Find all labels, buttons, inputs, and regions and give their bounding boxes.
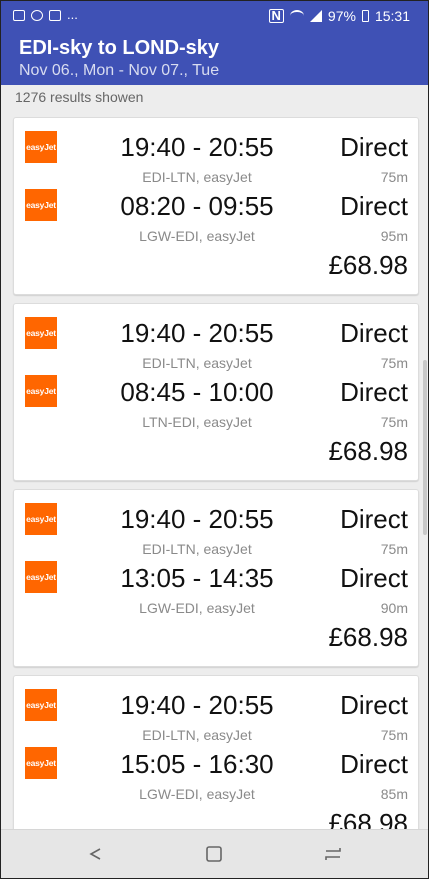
inbound-duration: 85m	[380, 786, 408, 802]
outbound-time: 19:40 - 20:55	[120, 504, 274, 534]
inbound-duration: 75m	[380, 414, 408, 430]
easyjet-logo: easyJet	[25, 747, 57, 779]
status-bar: ... N 97% 15:31	[1, 1, 428, 31]
inbound-stops: Direct	[340, 377, 408, 407]
outbound-stops: Direct	[340, 318, 408, 348]
outbound-duration: 75m	[380, 727, 408, 743]
result-card[interactable]: easyJet 19:40 - 20:55 EDI-LTN, easyJet D…	[13, 489, 419, 667]
easyjet-logo: easyJet	[25, 189, 57, 221]
home-square-icon[interactable]	[202, 842, 226, 866]
date-range: Nov 06., Mon - Nov 07., Tue	[19, 62, 220, 79]
outbound-stops: Direct	[340, 504, 408, 534]
result-card[interactable]: easyJet 19:40 - 20:55 EDI-LTN, easyJet D…	[13, 117, 419, 295]
inbound-route: LGW-EDI, easyJet	[139, 228, 255, 244]
sync-icon	[31, 9, 43, 21]
inbound-route: LGW-EDI, easyJet	[139, 600, 255, 616]
inbound-time: 15:05 - 16:30	[120, 749, 274, 779]
app-bar: EDI-sky to LOND-sky Nov 06., Mon - Nov 0…	[1, 31, 428, 85]
easyjet-logo: easyJet	[25, 561, 57, 593]
inbound-stops: Direct	[340, 749, 408, 779]
results-list[interactable]: easyJet 19:40 - 20:55 EDI-LTN, easyJet D…	[1, 117, 428, 829]
price: £68.98	[328, 436, 408, 466]
outbound-stops: Direct	[340, 132, 408, 162]
inbound-route: LGW-EDI, easyJet	[139, 786, 255, 802]
outbound-duration: 75m	[380, 355, 408, 371]
inbound-stops: Direct	[340, 563, 408, 593]
inbound-duration: 95m	[380, 228, 408, 244]
recents-icon[interactable]	[321, 842, 345, 866]
inbound-duration: 90m	[380, 600, 408, 616]
outbound-route: EDI-LTN, easyJet	[142, 727, 252, 743]
easyjet-logo: easyJet	[25, 503, 57, 535]
system-nav-bar	[1, 829, 428, 878]
wifi-icon	[289, 10, 304, 22]
price: £68.98	[328, 808, 408, 829]
outbound-route: EDI-LTN, easyJet	[142, 169, 252, 185]
battery-percent: 97%	[327, 8, 356, 24]
back-arrow-icon[interactable]	[83, 842, 107, 866]
clock: 15:31	[374, 8, 410, 24]
outbound-time: 19:40 - 20:55	[120, 690, 274, 720]
inbound-time: 08:20 - 09:55	[120, 191, 274, 221]
result-card[interactable]: easyJet 19:40 - 20:55 EDI-LTN, easyJet D…	[13, 675, 419, 829]
outbound-duration: 75m	[380, 169, 408, 185]
outbound-duration: 75m	[380, 541, 408, 557]
easyjet-logo: easyJet	[25, 689, 57, 721]
news-icon	[49, 9, 61, 21]
outbound-route: EDI-LTN, easyJet	[142, 541, 252, 557]
results-count: 1276 results showen	[15, 89, 144, 105]
battery-icon	[361, 10, 369, 22]
result-card[interactable]: easyJet 19:40 - 20:55 EDI-LTN, easyJet D…	[13, 303, 419, 481]
easyjet-logo: easyJet	[25, 317, 57, 349]
outbound-route: EDI-LTN, easyJet	[142, 355, 252, 371]
inbound-stops: Direct	[340, 191, 408, 221]
inbound-route: LTN-EDI, easyJet	[142, 414, 252, 430]
notification-icon	[13, 9, 25, 21]
nfc-icon: N	[268, 9, 284, 23]
scrollbar[interactable]	[423, 360, 427, 535]
outbound-time: 19:40 - 20:55	[120, 132, 274, 162]
phone-screen: ... N 97% 15:31 EDI-sky to LOND-sky Nov …	[0, 0, 429, 879]
outbound-time: 19:40 - 20:55	[120, 318, 274, 348]
easyjet-logo: easyJet	[25, 131, 57, 163]
price: £68.98	[328, 622, 408, 652]
signal-icon	[309, 10, 322, 22]
inbound-time: 08:45 - 10:00	[120, 377, 274, 407]
inbound-time: 13:05 - 14:35	[120, 563, 274, 593]
price: £68.98	[328, 250, 408, 280]
more-notifications: ...	[67, 7, 78, 22]
page-title: EDI-sky to LOND-sky	[19, 37, 220, 59]
outbound-stops: Direct	[340, 690, 408, 720]
easyjet-logo: easyJet	[25, 375, 57, 407]
